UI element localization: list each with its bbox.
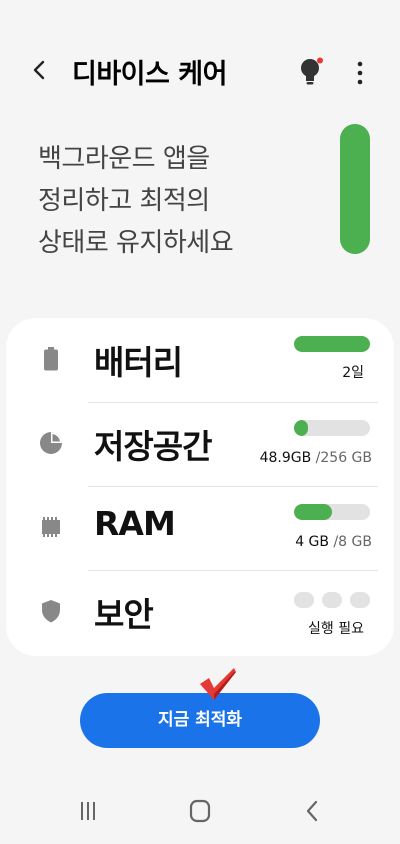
storage-pie-icon (40, 432, 62, 454)
security-value: 실행 필요 (308, 621, 364, 637)
battery-icon (44, 347, 58, 371)
status-dot (294, 592, 314, 608)
more-vertical-icon (357, 61, 363, 85)
storage-row[interactable]: 저장공간 48.9GB /256 GB (6, 402, 394, 486)
storage-progress (294, 420, 370, 436)
overall-status-fill (340, 124, 370, 254)
status-line-3: 상태로 유지하세요 (38, 228, 234, 258)
storage-value: 48.9GB /256 GB (260, 450, 372, 466)
ram-used: 4 GB (295, 534, 330, 550)
battery-row[interactable]: 배터리 2일 (6, 318, 394, 402)
home-button[interactable] (180, 798, 220, 826)
status-line-1: 백그라운드 앱을 (38, 144, 210, 174)
battery-progress-fill (294, 336, 370, 352)
ram-progress (294, 504, 370, 520)
ram-row[interactable]: RAM 4 GB /8 GB (6, 486, 394, 570)
storage-total: /256 GB (315, 450, 372, 466)
ram-total: /8 GB (333, 534, 372, 550)
top-bar: 디바이스 케어 (0, 46, 400, 102)
storage-used: 48.9GB (259, 450, 312, 466)
nav-back-icon (306, 800, 318, 822)
ram-label: RAM (94, 504, 176, 543)
tips-button[interactable] (298, 56, 326, 88)
storage-label: 저장공간 (94, 427, 212, 466)
overall-status-bar (340, 124, 370, 254)
page-title: 디바이스 케어 (72, 59, 227, 90)
notification-dot (317, 57, 323, 64)
back-arrow-icon (33, 60, 45, 80)
ram-value: 4 GB /8 GB (295, 534, 372, 550)
battery-progress (294, 336, 370, 352)
checkmark-icon (200, 668, 236, 700)
memory-chip-icon (42, 517, 60, 537)
back-button[interactable] (28, 58, 52, 82)
shield-icon (42, 600, 60, 623)
security-row[interactable]: 보안 실행 필요 (6, 570, 394, 654)
storage-progress-fill (294, 420, 309, 436)
battery-value: 2일 (342, 365, 364, 381)
status-dot (350, 592, 370, 608)
battery-label: 배터리 (94, 343, 183, 382)
security-status-dots (294, 592, 370, 608)
status-message: 백그라운드 앱을 정리하고 최적의 상태로 유지하세요 (38, 138, 234, 264)
more-options-button[interactable] (352, 58, 368, 88)
status-dot (322, 592, 342, 608)
lightbulb-icon (301, 57, 323, 85)
ram-progress-fill (294, 504, 332, 520)
recent-apps-icon (81, 802, 95, 820)
recent-apps-button[interactable] (68, 798, 108, 826)
device-status-card: 배터리 2일 저장공간 48.9GB /256 GB RAM 4 GB /8 G… (6, 318, 394, 656)
system-navigation-bar (0, 784, 400, 844)
nav-back-button[interactable] (292, 798, 332, 826)
home-icon (189, 799, 211, 823)
security-label: 보안 (94, 595, 154, 634)
status-line-2: 정리하고 최적의 (38, 186, 210, 216)
